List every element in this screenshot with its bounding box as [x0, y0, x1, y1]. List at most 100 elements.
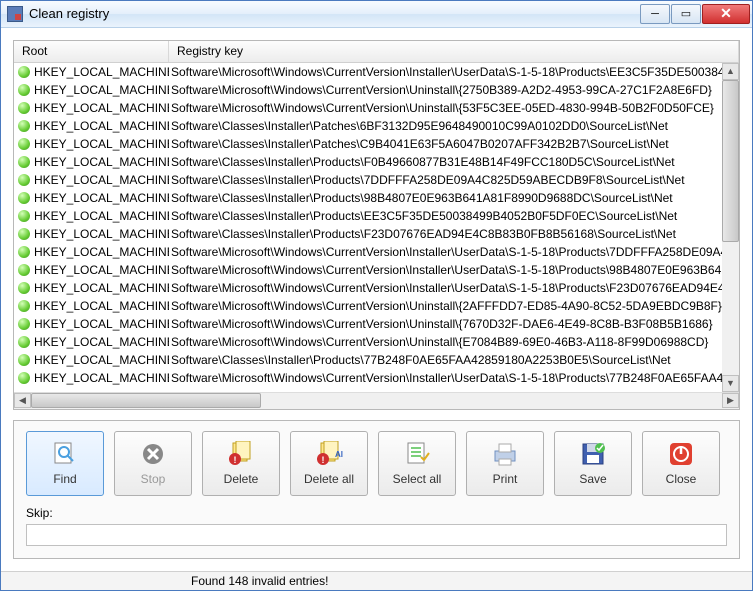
printer-icon [489, 440, 521, 468]
minimize-button[interactable]: ─ [640, 4, 670, 24]
table-row[interactable]: HKEY_LOCAL_MACHINESoftware\Classes\Insta… [14, 171, 739, 189]
find-button[interactable]: Find [26, 431, 104, 496]
cell-key: Software\Classes\Installer\Products\98B4… [169, 191, 739, 205]
close-button[interactable]: Close [642, 431, 720, 496]
table-row[interactable]: HKEY_LOCAL_MACHINESoftware\Microsoft\Win… [14, 243, 739, 261]
close-window-button[interactable]: ✕ [702, 4, 750, 24]
cell-key: Software\Classes\Installer\Products\EE3C… [169, 209, 739, 223]
titlebar[interactable]: Clean registry ─ ▭ ✕ [1, 1, 752, 28]
status-ball-icon [18, 138, 30, 150]
status-ball-icon [18, 318, 30, 330]
status-ball-icon [18, 264, 30, 276]
status-ball-icon [18, 120, 30, 132]
cell-key: Software\Classes\Installer\Products\F0B4… [169, 155, 739, 169]
cell-key: Software\Microsoft\Windows\CurrentVersio… [169, 65, 739, 79]
cell-key: Software\Microsoft\Windows\CurrentVersio… [169, 371, 739, 385]
save-icon [577, 440, 609, 468]
status-ball-icon [18, 192, 30, 204]
table-row[interactable]: HKEY_LOCAL_MACHINESoftware\Microsoft\Win… [14, 297, 739, 315]
cell-key: Software\Microsoft\Windows\CurrentVersio… [169, 317, 739, 331]
stop-button: Stop [114, 431, 192, 496]
table-row[interactable]: HKEY_LOCAL_MACHINESoftware\Microsoft\Win… [14, 63, 739, 81]
status-ball-icon [18, 372, 30, 384]
skip-input[interactable] [26, 524, 727, 546]
save-button[interactable]: Save [554, 431, 632, 496]
status-bar: Found 148 invalid entries! [1, 571, 752, 590]
cell-root: HKEY_LOCAL_MACHINE [34, 371, 169, 385]
delete-button[interactable]: ! Delete [202, 431, 280, 496]
table-row[interactable]: HKEY_LOCAL_MACHINESoftware\Classes\Insta… [14, 135, 739, 153]
column-key[interactable]: Registry key [169, 41, 739, 62]
vertical-scrollbar[interactable]: ▲ ▼ [722, 63, 739, 392]
svg-text:All: All [335, 450, 343, 459]
delete-icon: ! [225, 440, 257, 468]
table-row[interactable]: HKEY_LOCAL_MACHINESoftware\Microsoft\Win… [14, 333, 739, 351]
hscroll-thumb[interactable] [31, 393, 261, 408]
cell-root: HKEY_LOCAL_MACHINE [34, 263, 169, 277]
status-ball-icon [18, 336, 30, 348]
scroll-up-arrow[interactable]: ▲ [722, 63, 739, 80]
table-row[interactable]: HKEY_LOCAL_MACHINESoftware\Microsoft\Win… [14, 315, 739, 333]
cell-key: Software\Classes\Installer\Products\7DDF… [169, 173, 739, 187]
delete-all-button[interactable]: !All Delete all [290, 431, 368, 496]
window: Clean registry ─ ▭ ✕ Root Registry key H… [0, 0, 753, 591]
delete-all-icon: ! All [313, 440, 345, 468]
vscroll-thumb[interactable] [722, 80, 739, 242]
cell-key: Software\Classes\Installer\Patches\6BF31… [169, 119, 739, 133]
scroll-right-arrow[interactable]: ▶ [722, 393, 739, 408]
status-ball-icon [18, 300, 30, 312]
cell-root: HKEY_LOCAL_MACHINE [34, 227, 169, 241]
cell-root: HKEY_LOCAL_MACHINE [34, 65, 169, 79]
power-icon [665, 440, 697, 468]
select-all-button[interactable]: Select all [378, 431, 456, 496]
maximize-button[interactable]: ▭ [671, 4, 701, 24]
horizontal-scrollbar[interactable]: ◀ ▶ [14, 392, 739, 409]
cell-key: Software\Microsoft\Windows\CurrentVersio… [169, 263, 739, 277]
status-ball-icon [18, 84, 30, 96]
scroll-down-arrow[interactable]: ▼ [722, 375, 739, 392]
cell-root: HKEY_LOCAL_MACHINE [34, 335, 169, 349]
cell-key: Software\Microsoft\Windows\CurrentVersio… [169, 245, 739, 259]
cell-root: HKEY_LOCAL_MACHINE [34, 155, 169, 169]
status-ball-icon [18, 246, 30, 258]
cell-root: HKEY_LOCAL_MACHINE [34, 299, 169, 313]
table-row[interactable]: HKEY_LOCAL_MACHINESoftware\Classes\Insta… [14, 207, 739, 225]
table-row[interactable]: HKEY_LOCAL_MACHINESoftware\Classes\Insta… [14, 189, 739, 207]
select-all-icon [401, 440, 433, 468]
cell-key: Software\Classes\Installer\Products\F23D… [169, 227, 739, 241]
cell-root: HKEY_LOCAL_MACHINE [34, 209, 169, 223]
cell-root: HKEY_LOCAL_MACHINE [34, 101, 169, 115]
status-ball-icon [18, 102, 30, 114]
cell-key: Software\Classes\Installer\Products\77B2… [169, 353, 739, 367]
cell-root: HKEY_LOCAL_MACHINE [34, 281, 169, 295]
cell-root: HKEY_LOCAL_MACHINE [34, 83, 169, 97]
status-ball-icon [18, 156, 30, 168]
cell-key: Software\Microsoft\Windows\CurrentVersio… [169, 83, 739, 97]
print-button[interactable]: Print [466, 431, 544, 496]
status-ball-icon [18, 174, 30, 186]
svg-text:!: ! [234, 455, 237, 465]
cell-root: HKEY_LOCAL_MACHINE [34, 191, 169, 205]
status-ball-icon [18, 66, 30, 78]
table-row[interactable]: HKEY_LOCAL_MACHINESoftware\Microsoft\Win… [14, 261, 739, 279]
table-row[interactable]: HKEY_LOCAL_MACHINESoftware\Classes\Insta… [14, 225, 739, 243]
table-row[interactable]: HKEY_LOCAL_MACHINESoftware\Microsoft\Win… [14, 99, 739, 117]
table-row[interactable]: HKEY_LOCAL_MACHINESoftware\Microsoft\Win… [14, 279, 739, 297]
table-row[interactable]: HKEY_LOCAL_MACHINESoftware\Microsoft\Win… [14, 81, 739, 99]
status-ball-icon [18, 210, 30, 222]
cell-root: HKEY_LOCAL_MACHINE [34, 173, 169, 187]
table-row[interactable]: HKEY_LOCAL_MACHINESoftware\Classes\Insta… [14, 153, 739, 171]
table-row[interactable]: HKEY_LOCAL_MACHINESoftware\Classes\Insta… [14, 117, 739, 135]
table-row[interactable]: HKEY_LOCAL_MACHINESoftware\Microsoft\Win… [14, 369, 739, 387]
cell-root: HKEY_LOCAL_MACHINE [34, 317, 169, 331]
magnifier-icon [49, 440, 81, 468]
cell-key: Software\Microsoft\Windows\CurrentVersio… [169, 299, 739, 313]
list-body[interactable]: HKEY_LOCAL_MACHINESoftware\Microsoft\Win… [14, 63, 739, 392]
table-row[interactable]: HKEY_LOCAL_MACHINESoftware\Classes\Insta… [14, 351, 739, 369]
cell-root: HKEY_LOCAL_MACHINE [34, 353, 169, 367]
status-ball-icon [18, 354, 30, 366]
svg-text:!: ! [322, 455, 325, 465]
scroll-left-arrow[interactable]: ◀ [14, 393, 31, 408]
cell-root: HKEY_LOCAL_MACHINE [34, 119, 169, 133]
column-root[interactable]: Root [14, 41, 169, 62]
